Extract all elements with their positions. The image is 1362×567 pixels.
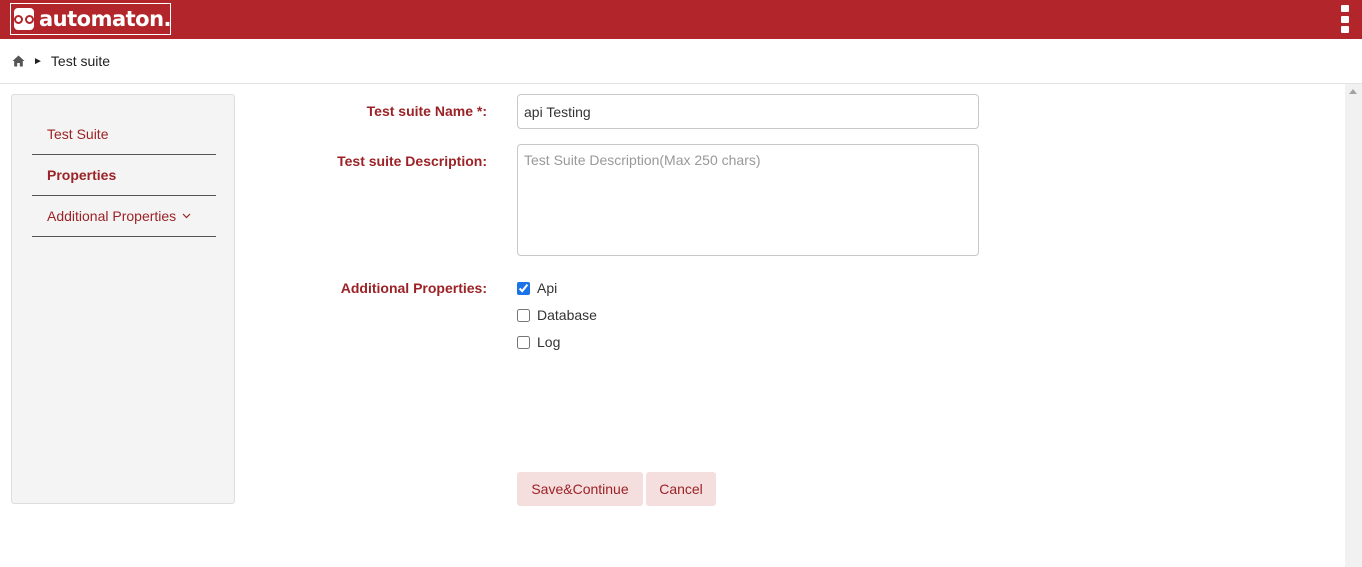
checkbox-api-row[interactable]: Api [517,280,557,296]
checkbox-log-row[interactable]: Log [517,334,560,350]
sidebar-item-properties[interactable]: Properties [32,155,216,196]
app-logo[interactable]: automaton. [10,3,172,35]
cancel-button[interactable]: Cancel [646,472,716,506]
checkbox-api-label: Api [537,280,558,296]
checkbox-log[interactable] [517,335,530,349]
sidebar-item-label: Properties [47,167,117,183]
scroll-up-arrow-icon[interactable] [1349,89,1357,94]
sidebar: Test Suite Properties Additional Propert… [11,94,235,504]
breadcrumb: ► Test suite [12,52,110,70]
checkbox-log-label: Log [537,334,561,350]
logo-robot-icon [14,8,34,30]
chevron-down-icon [182,213,191,219]
kebab-menu-icon[interactable] [1340,5,1350,33]
logo-text: automaton. [39,7,172,31]
home-icon[interactable] [12,55,25,67]
checkbox-api[interactable] [517,281,530,295]
checkbox-database-label: Database [537,307,597,323]
test-suite-name-label: Test suite Name *: [366,103,487,119]
additional-properties-label: Additional Properties: [340,280,487,296]
checkbox-database-row[interactable]: Database [517,307,597,323]
test-suite-description-label: Test suite Description: [337,153,487,169]
sidebar-item-additional-properties[interactable]: Additional Properties [32,196,216,237]
top-bar: automaton. [0,0,1362,39]
save-continue-button[interactable]: Save&Continue [517,472,643,506]
test-suite-description-input[interactable] [517,144,979,256]
sidebar-item-test-suite[interactable]: Test Suite [32,114,216,155]
vertical-scrollbar[interactable] [1345,84,1362,567]
breadcrumb-separator: ► [33,55,43,67]
breadcrumb-current: Test suite [50,53,111,69]
header-divider [0,83,1362,84]
checkbox-database[interactable] [517,308,530,322]
sidebar-item-label: Test Suite [47,126,109,142]
test-suite-name-input[interactable] [517,94,979,129]
sidebar-item-label: Additional Properties [47,208,177,224]
